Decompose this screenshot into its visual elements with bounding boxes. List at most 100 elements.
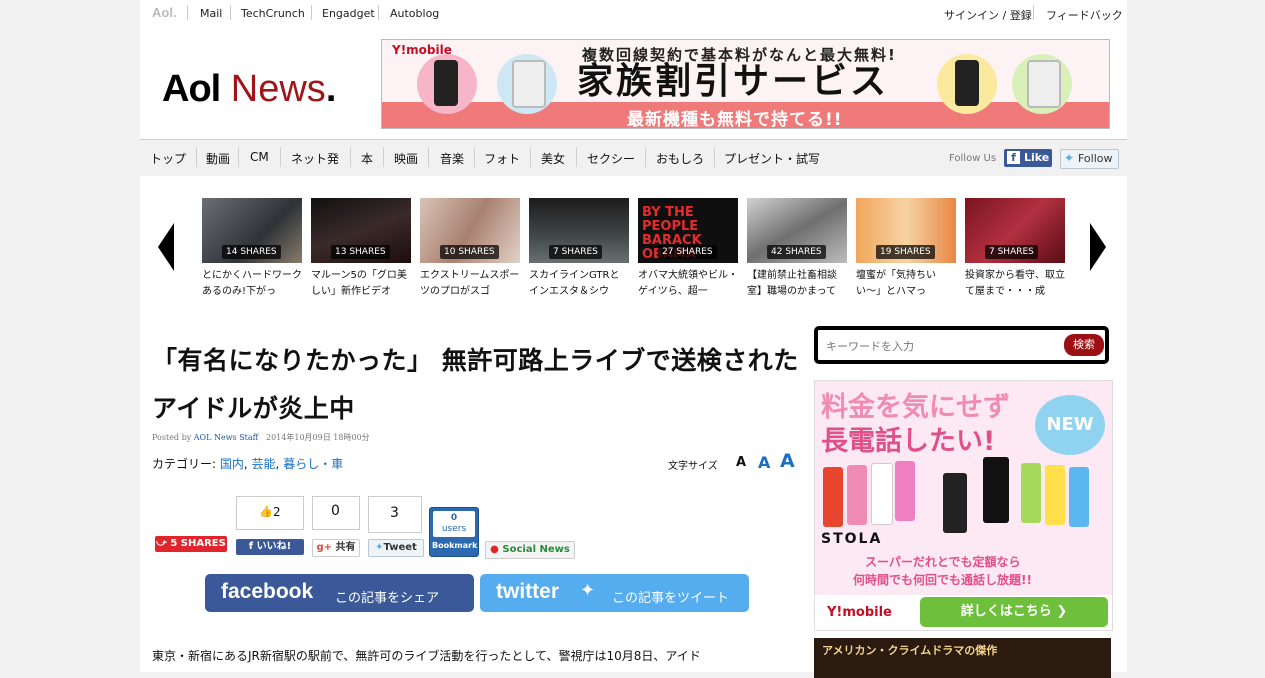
link-engadget[interactable]: Engadget [322, 7, 375, 20]
posted-by-label: Posted by [152, 433, 192, 442]
twitter-bird-icon: ✦ [375, 542, 384, 553]
divider [428, 147, 429, 167]
ad-banner[interactable]: Y!mobile 複数回線契約で基本料がなんと最大無料! 家族割引サービス 最新… [381, 39, 1110, 129]
nav-item-photo[interactable]: フォト [484, 150, 520, 167]
facebook-like-share-button[interactable]: f いいね! [236, 539, 304, 555]
phone-image [823, 467, 843, 527]
tweet-button[interactable]: ✦Tweet [368, 539, 424, 557]
phone-image [1027, 60, 1061, 108]
card-caption: 壇蜜が「気持ちいい〜」とハマっ [856, 270, 936, 297]
category-link-domestic[interactable]: 国内 [220, 457, 244, 471]
share-count-badge: 7 SHARES [549, 245, 602, 259]
divider [378, 5, 379, 20]
banner-line3: 最新機種も無料で持てる!! [627, 110, 843, 129]
divider [1033, 5, 1034, 20]
facebook-like-button[interactable]: f Like [1004, 149, 1052, 167]
ad-brand: Y!mobile [827, 605, 892, 620]
nav-item-cm[interactable]: CM [250, 150, 269, 164]
divider [576, 147, 577, 167]
share-count-badge: 14 SHARES [222, 245, 281, 259]
bookmark-label: Bookmark [432, 541, 478, 550]
phone-image [895, 461, 915, 521]
phone-image [1045, 465, 1065, 525]
category-link-life[interactable]: 暮らし・車 [283, 457, 343, 471]
aol-news-logo[interactable]: Aol News. [162, 65, 336, 113]
signin-link[interactable]: サインイン / 登録 [944, 7, 1032, 23]
gplus-count: 0 [331, 503, 340, 519]
facebook-share-button[interactable]: facebook この記事をシェア [205, 574, 474, 612]
ad-product-name: STOLA [821, 531, 883, 547]
divider [280, 147, 281, 167]
total-shares-button[interactable]: ⤻ 5 SHARES [155, 536, 227, 552]
new-badge: NEW [1035, 395, 1105, 455]
twitter-share-button[interactable]: twitter ✦ この記事をツイート [480, 574, 749, 612]
nav-item-video[interactable]: 動画 [206, 150, 230, 167]
social-news-button[interactable]: ● Social News [485, 541, 575, 559]
nav-item-funny[interactable]: おもしろ [656, 150, 704, 167]
article-main: 「有名になりたかった」 無許可路上ライブで送検されたアイドルが炎上中 Poste… [140, 301, 810, 672]
nav-item-top[interactable]: トップ [150, 150, 186, 167]
twitter-wordmark: twitter [496, 580, 559, 603]
link-autoblog[interactable]: Autoblog [390, 7, 439, 20]
gplus-icon: g+ [316, 542, 336, 553]
ad-cta-label: 詳しくはこちら [960, 604, 1052, 619]
nav-item-movies[interactable]: 映画 [394, 150, 418, 167]
card-caption: 投資家から看守、取立て屋まで・・・成 [965, 270, 1065, 297]
divider [714, 147, 715, 167]
category-link-entertainment[interactable]: 芸能 [252, 457, 276, 471]
divider [187, 5, 188, 20]
ad-footer: Y!mobile 詳しくはこちら ❯ [815, 595, 1112, 630]
logo-news: News [230, 68, 326, 110]
nav-item-music[interactable]: 音楽 [440, 150, 464, 167]
phone-image [983, 457, 1009, 523]
gplus-label: 共有 [335, 542, 356, 553]
divider [350, 147, 351, 167]
share-count-badge: 13 SHARES [331, 245, 390, 259]
divider [383, 147, 384, 167]
nav-item-net[interactable]: ネット発 [291, 150, 339, 167]
ad-promo-1: スーパーだれとでも定額なら [865, 555, 1021, 569]
carousel-prev-arrow-icon[interactable] [158, 223, 174, 271]
divider [238, 147, 239, 167]
banner-line2: 家族割引サービス [577, 61, 890, 102]
feedback-link[interactable]: フィードバック [1046, 7, 1123, 23]
ad-cta-button[interactable]: 詳しくはこちら ❯ [920, 597, 1108, 627]
aol-logo[interactable]: Aol. [152, 5, 177, 20]
link-techcrunch[interactable]: TechCrunch [241, 7, 305, 20]
card-caption: 【建前禁止社畜相談室】職場のかまって [747, 270, 837, 297]
sidebar-ad-2[interactable]: アメリカン・クライムドラマの傑作 [814, 638, 1111, 678]
facebook-like-label: いいね! [256, 541, 292, 552]
total-shares: 5 SHARES [170, 538, 226, 549]
author-link[interactable]: AOL News Staff [194, 433, 259, 442]
phone-image [847, 465, 867, 525]
phone-image [955, 60, 979, 106]
share-count-badge: 42 SHARES [767, 245, 826, 259]
twitter-bird-icon: ✦ [580, 580, 596, 601]
nav-item-sexy[interactable]: セクシー [587, 150, 635, 167]
share-count-badge: 10 SHARES [440, 245, 499, 259]
twitter-follow-button[interactable]: ✦ Follow [1060, 149, 1119, 169]
nav-item-present[interactable]: プレゼント・試写 [724, 150, 820, 167]
carousel-next-arrow-icon[interactable] [1090, 223, 1106, 271]
social-news-label: Social News [502, 544, 570, 555]
font-size-small-button[interactable]: A [736, 455, 746, 470]
font-size-large-button[interactable]: A [780, 450, 795, 472]
search-input[interactable] [824, 335, 1058, 357]
search-button[interactable]: 検索 [1064, 334, 1104, 356]
divider [311, 5, 312, 20]
phone-image [1021, 463, 1041, 523]
gplus-share-button[interactable]: g+ 共有 [312, 539, 360, 557]
link-mail[interactable]: Mail [200, 7, 222, 20]
follow-label: Follow [1078, 152, 1113, 165]
nav-item-beauty[interactable]: 美女 [541, 150, 565, 167]
font-size-medium-button[interactable]: A [758, 453, 770, 472]
hatena-users-label: users [441, 524, 467, 534]
ad-headline-2: 長電話したい! [821, 426, 996, 457]
like-count: 2 [273, 505, 281, 519]
card-caption: とにかくハードワークあるのみ!下がっ [202, 270, 302, 297]
sidebar-ad[interactable]: 料金を気にせず 長電話したい! NEW STOLA スーパーだれとでも定額なら … [814, 380, 1113, 631]
nav-item-books[interactable]: 本 [361, 150, 373, 167]
like-label: Like [1024, 151, 1050, 164]
font-size-label: 文字サイズ [668, 461, 718, 472]
hatena-bookmark-button[interactable]: 0 users Bookmark [429, 507, 479, 557]
